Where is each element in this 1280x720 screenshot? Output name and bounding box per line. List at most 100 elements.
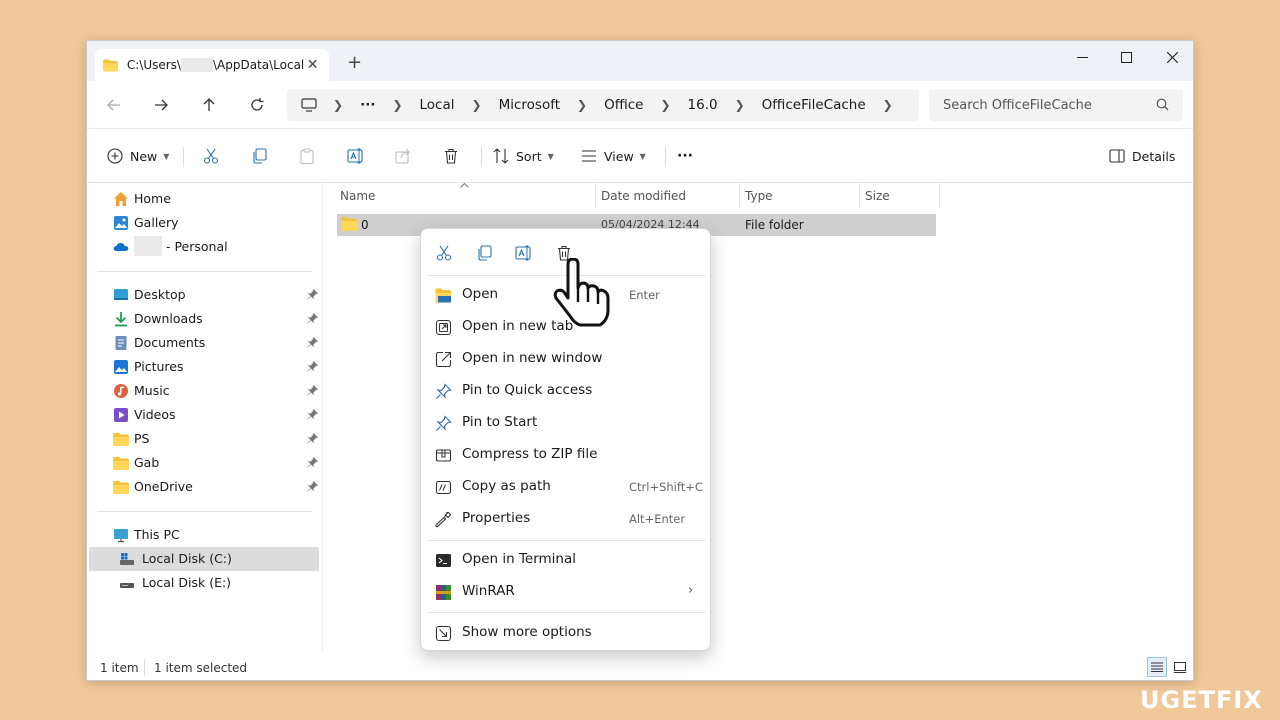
sidebar-item-documents[interactable]: Documents (89, 331, 319, 355)
sidebar-item-pictures[interactable]: Pictures (89, 355, 319, 379)
sidebar-item-ps[interactable]: PS (89, 427, 319, 451)
search-input[interactable] (943, 97, 1153, 113)
sidebar-item-this-pc[interactable]: This PC (89, 523, 319, 547)
sidebar-label: Local Disk (E:) (142, 575, 232, 590)
wrench-icon (435, 511, 452, 528)
column-header-type[interactable]: Type (729, 183, 849, 209)
copy-icon (253, 148, 267, 164)
file-name: 0 (361, 218, 369, 232)
sidebar-label: Local Disk (C:) (142, 551, 232, 566)
up-button[interactable] (197, 95, 221, 115)
menu-item-show-more-options[interactable]: Show more options (425, 618, 708, 648)
desktop-icon (114, 289, 128, 300)
tab-current[interactable]: C:\Users\ \AppData\Local ✕ (95, 49, 329, 81)
folder-icon (113, 433, 129, 446)
breadcrumb-office[interactable]: Office (604, 97, 643, 113)
sidebar-item-videos[interactable]: Videos (89, 403, 319, 427)
sidebar-label: Music (134, 383, 170, 398)
sidebar-item-onedrive-personal[interactable]: - Personal (89, 235, 319, 259)
sidebar-item-desktop[interactable]: Desktop (89, 283, 319, 307)
menu-label: Open (462, 286, 499, 302)
download-icon (115, 312, 127, 327)
menu-item-copy-path[interactable]: Copy as path Ctrl+Shift+C (425, 472, 708, 502)
forward-button[interactable] (149, 95, 173, 115)
menu-cut-button[interactable] (432, 241, 456, 265)
menu-item-open-terminal[interactable]: Open in Terminal (425, 545, 708, 575)
copy-button[interactable] (251, 143, 267, 169)
minimize-button[interactable] (1059, 41, 1105, 73)
rename-button[interactable] (347, 143, 365, 169)
menu-label: Compress to ZIP file (462, 446, 598, 462)
search-box[interactable] (929, 89, 1183, 121)
file-type: File folder (745, 218, 804, 232)
delete-button[interactable] (443, 143, 459, 169)
menu-item-winrar[interactable]: WinRAR › (425, 577, 708, 607)
column-header-size[interactable]: Size (849, 183, 929, 209)
menu-item-pin-start[interactable]: Pin to Start (425, 408, 708, 438)
menu-item-pin-quick-access[interactable]: Pin to Quick access (425, 376, 708, 406)
breadcrumb-16-0[interactable]: 16.0 (688, 97, 718, 113)
back-button[interactable] (102, 95, 126, 115)
zip-icon (435, 449, 452, 462)
view-button[interactable]: View ▼ (581, 143, 646, 169)
cut-icon (436, 245, 452, 261)
pin-icon (436, 415, 452, 431)
arrow-left-icon (107, 99, 120, 111)
menu-label: WinRAR (462, 583, 515, 599)
share-icon (395, 148, 410, 164)
menu-label: Properties (462, 510, 531, 526)
maximize-button[interactable] (1103, 41, 1149, 73)
tab-close-button[interactable]: ✕ (304, 57, 321, 73)
plus-circle-icon (107, 148, 123, 164)
watermark-logo: UGETFIX (1140, 686, 1263, 714)
paste-button[interactable] (299, 143, 315, 169)
sidebar-item-gallery[interactable]: Gallery (89, 211, 319, 235)
sort-label: Sort (516, 148, 542, 164)
sidebar-label: Documents (134, 335, 206, 350)
menu-item-compress-zip[interactable]: Compress to ZIP file (425, 440, 708, 470)
sidebar-label: PS (134, 431, 150, 446)
tiles-view-icon (1174, 661, 1186, 673)
column-header-date-modified[interactable]: Date modified (585, 183, 730, 209)
new-button[interactable]: New ▼ (107, 143, 169, 169)
folder-icon (113, 457, 129, 470)
sidebar-item-local-disk-e[interactable]: Local Disk (E:) (89, 571, 319, 595)
navigation-pane: Home Gallery - Personal Desktop Download… (87, 183, 323, 651)
title-bar: C:\Users\ \AppData\Local ✕ + (87, 41, 1193, 81)
menu-item-properties[interactable]: Properties Alt+Enter (425, 504, 708, 534)
details-button[interactable]: Details (1109, 143, 1175, 169)
navigation-bar: ❯ ··· ❯ Local ❯ Microsoft ❯ Office ❯ 16.… (87, 81, 1193, 129)
cut-button[interactable] (203, 143, 219, 169)
sidebar-item-local-disk-c[interactable]: Local Disk (C:) (89, 547, 319, 571)
close-window-button[interactable] (1149, 41, 1193, 73)
new-tab-button[interactable]: + (347, 54, 362, 72)
folder-open-icon (435, 288, 451, 303)
refresh-button[interactable] (245, 95, 269, 115)
address-bar[interactable]: ❯ ··· ❯ Local ❯ Microsoft ❯ Office ❯ 16.… (287, 89, 919, 121)
more-options-button[interactable]: ··· (677, 143, 693, 169)
sidebar-label: Gab (134, 455, 160, 470)
sort-button[interactable]: Sort ▼ (493, 143, 554, 169)
details-view-button[interactable] (1147, 657, 1167, 677)
sidebar-item-onedrive[interactable]: OneDrive (89, 475, 319, 499)
breadcrumb-local[interactable]: Local (420, 97, 455, 113)
breadcrumb-more[interactable]: ··· (360, 97, 375, 113)
breadcrumb-microsoft[interactable]: Microsoft (499, 97, 560, 113)
drive-icon (120, 553, 134, 565)
sidebar-item-home[interactable]: Home (89, 187, 319, 211)
thumbnail-view-button[interactable] (1170, 657, 1190, 677)
share-button[interactable] (395, 143, 411, 169)
menu-shortcut: Alt+Enter (629, 512, 686, 526)
menu-label: Pin to Start (462, 414, 538, 430)
sidebar-label: Gallery (134, 215, 179, 230)
onedrive-icon (113, 242, 129, 251)
copy-path-icon (435, 480, 452, 495)
menu-item-open-new-window[interactable]: Open in new window (425, 344, 708, 374)
sidebar-item-downloads[interactable]: Downloads (89, 307, 319, 331)
sidebar-item-music[interactable]: Music (89, 379, 319, 403)
menu-rename-button[interactable] (512, 241, 536, 265)
menu-copy-button[interactable] (472, 241, 496, 265)
sidebar-item-gab[interactable]: Gab (89, 451, 319, 475)
breadcrumb-officefilecache[interactable]: OfficeFileCache (762, 97, 866, 113)
pictures-icon (114, 360, 128, 374)
